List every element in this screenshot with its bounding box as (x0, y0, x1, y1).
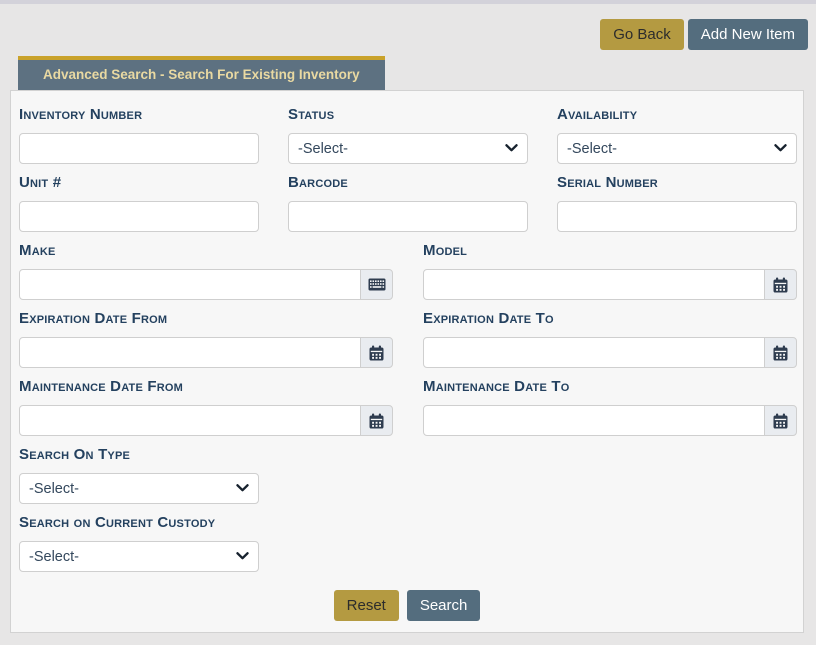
maintenance-date-to-input-group (423, 405, 797, 436)
form-row-3: Make (19, 243, 795, 300)
add-new-item-button[interactable]: Add New Item (688, 19, 808, 50)
advanced-search-panel: Inventory Number Status -Select- Availab… (10, 90, 804, 633)
form-row-1: Inventory Number Status -Select- Availab… (19, 107, 795, 164)
search-button[interactable]: Search (407, 590, 481, 621)
field-serial-number: Serial Number (557, 175, 797, 232)
availability-label: Availability (557, 107, 797, 123)
header-actions: Go Back Add New Item (600, 19, 808, 50)
go-back-button[interactable]: Go Back (600, 19, 684, 50)
field-expiration-date-to: Expiration Date To (423, 311, 797, 368)
keyboard-icon (368, 278, 386, 291)
maintenance-date-from-calendar-button[interactable] (360, 405, 393, 436)
field-status: Status -Select- (288, 107, 528, 164)
barcode-input[interactable] (288, 201, 528, 232)
field-make: Make (19, 243, 393, 300)
expiration-date-from-calendar-button[interactable] (360, 337, 393, 368)
field-maintenance-date-to: Maintenance Date To (423, 379, 797, 436)
model-input[interactable] (423, 269, 765, 300)
reset-button[interactable]: Reset (334, 590, 399, 621)
field-search-on-current-custody: Search on Current Custody -Select- (19, 515, 259, 572)
make-keyboard-button[interactable] (360, 269, 393, 300)
make-label: Make (19, 243, 393, 259)
calendar-icon (369, 345, 384, 361)
form-actions: Reset Search (19, 590, 795, 621)
serial-number-input[interactable] (557, 201, 797, 232)
search-on-current-custody-select-wrap: -Select- (19, 541, 259, 572)
model-input-group (423, 269, 797, 300)
page-top-strip (0, 0, 816, 4)
field-availability: Availability -Select- (557, 107, 797, 164)
availability-select-wrap: -Select- (557, 133, 797, 164)
maintenance-date-from-input[interactable] (19, 405, 361, 436)
maintenance-date-from-input-group (19, 405, 393, 436)
status-select[interactable]: -Select- (288, 133, 528, 164)
search-on-current-custody-label: Search on Current Custody (19, 515, 259, 531)
expiration-date-from-input[interactable] (19, 337, 361, 368)
search-on-type-label: Search On Type (19, 447, 259, 463)
form-row-5: Maintenance Date From (19, 379, 795, 436)
make-input[interactable] (19, 269, 361, 300)
status-label: Status (288, 107, 528, 123)
expiration-date-to-calendar-button[interactable] (764, 337, 797, 368)
search-on-type-select-wrap: -Select- (19, 473, 259, 504)
model-label: Model (423, 243, 797, 259)
form-row-2: Unit # Barcode Serial Number (19, 175, 795, 232)
maintenance-date-to-calendar-button[interactable] (764, 405, 797, 436)
search-on-type-select[interactable]: -Select- (19, 473, 259, 504)
search-on-current-custody-select[interactable]: -Select- (19, 541, 259, 572)
calendar-icon (773, 345, 788, 361)
serial-number-label: Serial Number (557, 175, 797, 191)
unit-number-label: Unit # (19, 175, 259, 191)
inventory-number-label: Inventory Number (19, 107, 259, 123)
maintenance-date-from-label: Maintenance Date From (19, 379, 393, 395)
field-model: Model (423, 243, 797, 300)
field-expiration-date-from: Expiration Date From (19, 311, 393, 368)
expiration-date-to-input[interactable] (423, 337, 765, 368)
calendar-icon (773, 413, 788, 429)
calendar-icon (369, 413, 384, 429)
field-unit-number: Unit # (19, 175, 259, 232)
expiration-date-to-input-group (423, 337, 797, 368)
expiration-date-from-label: Expiration Date From (19, 311, 393, 327)
expiration-date-from-input-group (19, 337, 393, 368)
field-inventory-number: Inventory Number (19, 107, 259, 164)
form-row-4: Expiration Date From (19, 311, 795, 368)
field-barcode: Barcode (288, 175, 528, 232)
barcode-label: Barcode (288, 175, 528, 191)
calendar-icon (773, 277, 788, 293)
maintenance-date-to-input[interactable] (423, 405, 765, 436)
tab-advanced-search[interactable]: Advanced Search - Search For Existing In… (18, 56, 385, 91)
inventory-number-input[interactable] (19, 133, 259, 164)
expiration-date-to-label: Expiration Date To (423, 311, 797, 327)
model-calendar-button[interactable] (764, 269, 797, 300)
make-input-group (19, 269, 393, 300)
unit-number-input[interactable] (19, 201, 259, 232)
maintenance-date-to-label: Maintenance Date To (423, 379, 797, 395)
field-maintenance-date-from: Maintenance Date From (19, 379, 393, 436)
availability-select[interactable]: -Select- (557, 133, 797, 164)
status-select-wrap: -Select- (288, 133, 528, 164)
field-search-on-type: Search On Type -Select- (19, 447, 259, 504)
